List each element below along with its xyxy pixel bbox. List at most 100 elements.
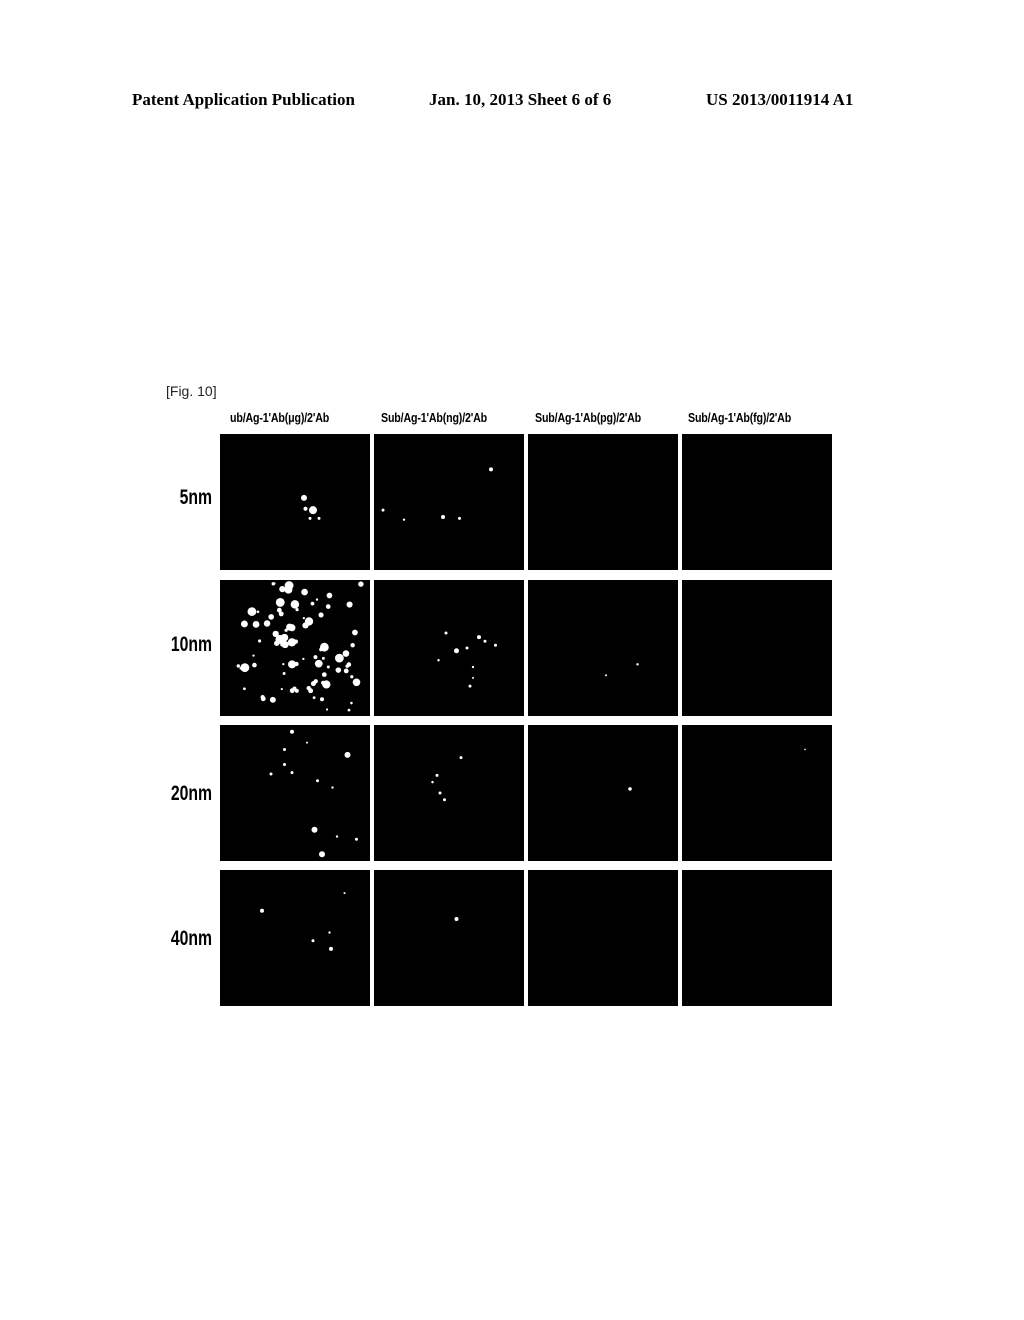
fluorescent-spot	[276, 607, 282, 613]
row-label: 5nm	[179, 486, 212, 509]
page-header: Patent Application Publication Jan. 10, …	[0, 90, 1024, 114]
column-label: Sub/Ag-1'Ab(pg)/2'Ab	[535, 410, 642, 425]
micrograph-panel	[220, 580, 370, 716]
fluorescent-spot	[355, 837, 358, 841]
fluorescent-spot	[315, 598, 319, 601]
micrograph-panel	[682, 580, 832, 716]
fluorescent-spot	[284, 581, 294, 590]
micrograph-panel	[682, 870, 832, 1006]
fluorescent-spot	[269, 772, 273, 776]
fluorescent-spot	[804, 748, 806, 751]
fluorescent-spot	[346, 662, 352, 667]
fluorescent-spot	[342, 650, 350, 657]
row-label: 20nm	[170, 782, 212, 805]
fluorescent-spot	[303, 506, 308, 511]
micrograph-panel	[528, 434, 678, 570]
micrograph-panel	[528, 725, 678, 861]
micrograph-panel	[682, 434, 832, 570]
fluorescent-spot	[628, 787, 632, 791]
fluorescent-spot	[483, 639, 487, 643]
fluorescent-spot	[252, 662, 257, 668]
fluorescent-spot	[308, 516, 312, 520]
fluorescent-spot	[441, 514, 445, 519]
fluorescent-spot	[280, 687, 283, 691]
panel-spots	[804, 748, 806, 751]
publication-type: Patent Application Publication	[132, 90, 355, 109]
fluorescent-spot	[318, 612, 324, 618]
fluorescent-spot	[344, 751, 351, 758]
fluorescent-spot	[302, 616, 306, 620]
fluorescent-spot	[301, 494, 307, 501]
fluorescent-spot	[275, 597, 285, 607]
fluorescent-spot	[240, 620, 248, 628]
fluorescent-spot	[260, 696, 266, 702]
fluorescent-spot	[257, 639, 262, 643]
fluorescent-spot	[431, 780, 434, 784]
fluorescent-spot	[301, 588, 308, 596]
fluorescent-spot	[283, 747, 286, 751]
fluorescent-spot	[331, 786, 334, 789]
fluorescent-spot	[352, 678, 361, 687]
fluorescent-spot	[308, 688, 314, 694]
fluorescent-spot	[328, 931, 331, 934]
fluorescent-spot	[319, 642, 329, 652]
fluorescent-spot	[317, 516, 321, 520]
fluorescent-spot	[309, 506, 317, 515]
fluorescent-spot	[321, 672, 327, 678]
row-label: 40nm	[170, 927, 212, 950]
fluorescent-spot	[311, 826, 318, 833]
fluorescent-spot	[311, 939, 315, 943]
fluorescent-spot	[263, 620, 271, 627]
fluorescent-spot	[247, 607, 257, 616]
panel-spots	[528, 434, 678, 570]
fluorescent-spot	[288, 624, 296, 632]
fluorescent-spot	[472, 676, 474, 679]
panel-spots	[682, 434, 832, 570]
fluorescent-spot	[294, 661, 299, 667]
fluorescent-spot	[605, 674, 607, 677]
fluorescent-spot	[290, 600, 300, 609]
fluorescent-spot	[465, 646, 469, 650]
fluorescent-spot	[269, 696, 276, 703]
fluorescent-spot	[287, 638, 297, 647]
fluorescent-spot	[321, 656, 325, 660]
fluorescent-spot	[468, 684, 472, 688]
fluorescent-spot	[477, 635, 481, 640]
fluorescent-spot	[268, 614, 274, 620]
micrograph-panel	[220, 434, 370, 570]
fluorescent-spot	[471, 665, 475, 669]
panel-spots	[454, 916, 459, 921]
column-label: ub/Ag-1'Ab(μg)/2'Ab	[230, 410, 330, 425]
panel-spots	[260, 892, 346, 951]
fluorescent-spot	[350, 643, 355, 648]
fluorescent-spot	[438, 791, 442, 795]
fluorescent-spot	[252, 620, 260, 628]
publication-number: US 2013/0011914 A1	[706, 90, 854, 109]
fluorescent-spot	[443, 798, 446, 802]
fluorescent-spot	[282, 672, 286, 676]
fluorescent-spot	[321, 680, 326, 685]
fluorescent-spot	[290, 729, 294, 734]
fluorescent-spot	[329, 946, 333, 951]
fluorescent-spot	[494, 643, 497, 647]
fluorescent-spot	[454, 648, 459, 654]
fluorescent-spot	[312, 696, 316, 700]
panel-spots	[431, 756, 463, 802]
fluorescent-spot	[279, 585, 286, 593]
fluorescent-spot	[347, 708, 351, 712]
fluorescent-spot	[381, 508, 385, 512]
micrograph-panel	[374, 725, 524, 861]
fluorescent-spot	[273, 582, 276, 585]
fluorescent-spot	[343, 668, 349, 674]
column-label: Sub/Ag-1'Ab(fg)/2'Ab	[688, 410, 792, 425]
panel-spots	[682, 580, 832, 716]
micrograph-panel	[220, 725, 370, 861]
fluorescent-spot	[243, 687, 246, 691]
micrograph-panel	[682, 725, 832, 861]
panel-spots	[301, 494, 321, 520]
fluorescent-spot	[236, 664, 240, 668]
panel-spots	[628, 787, 632, 791]
fluorescent-spot	[335, 835, 339, 838]
micrograph-panel	[528, 580, 678, 716]
fluorescent-spot	[302, 657, 305, 661]
